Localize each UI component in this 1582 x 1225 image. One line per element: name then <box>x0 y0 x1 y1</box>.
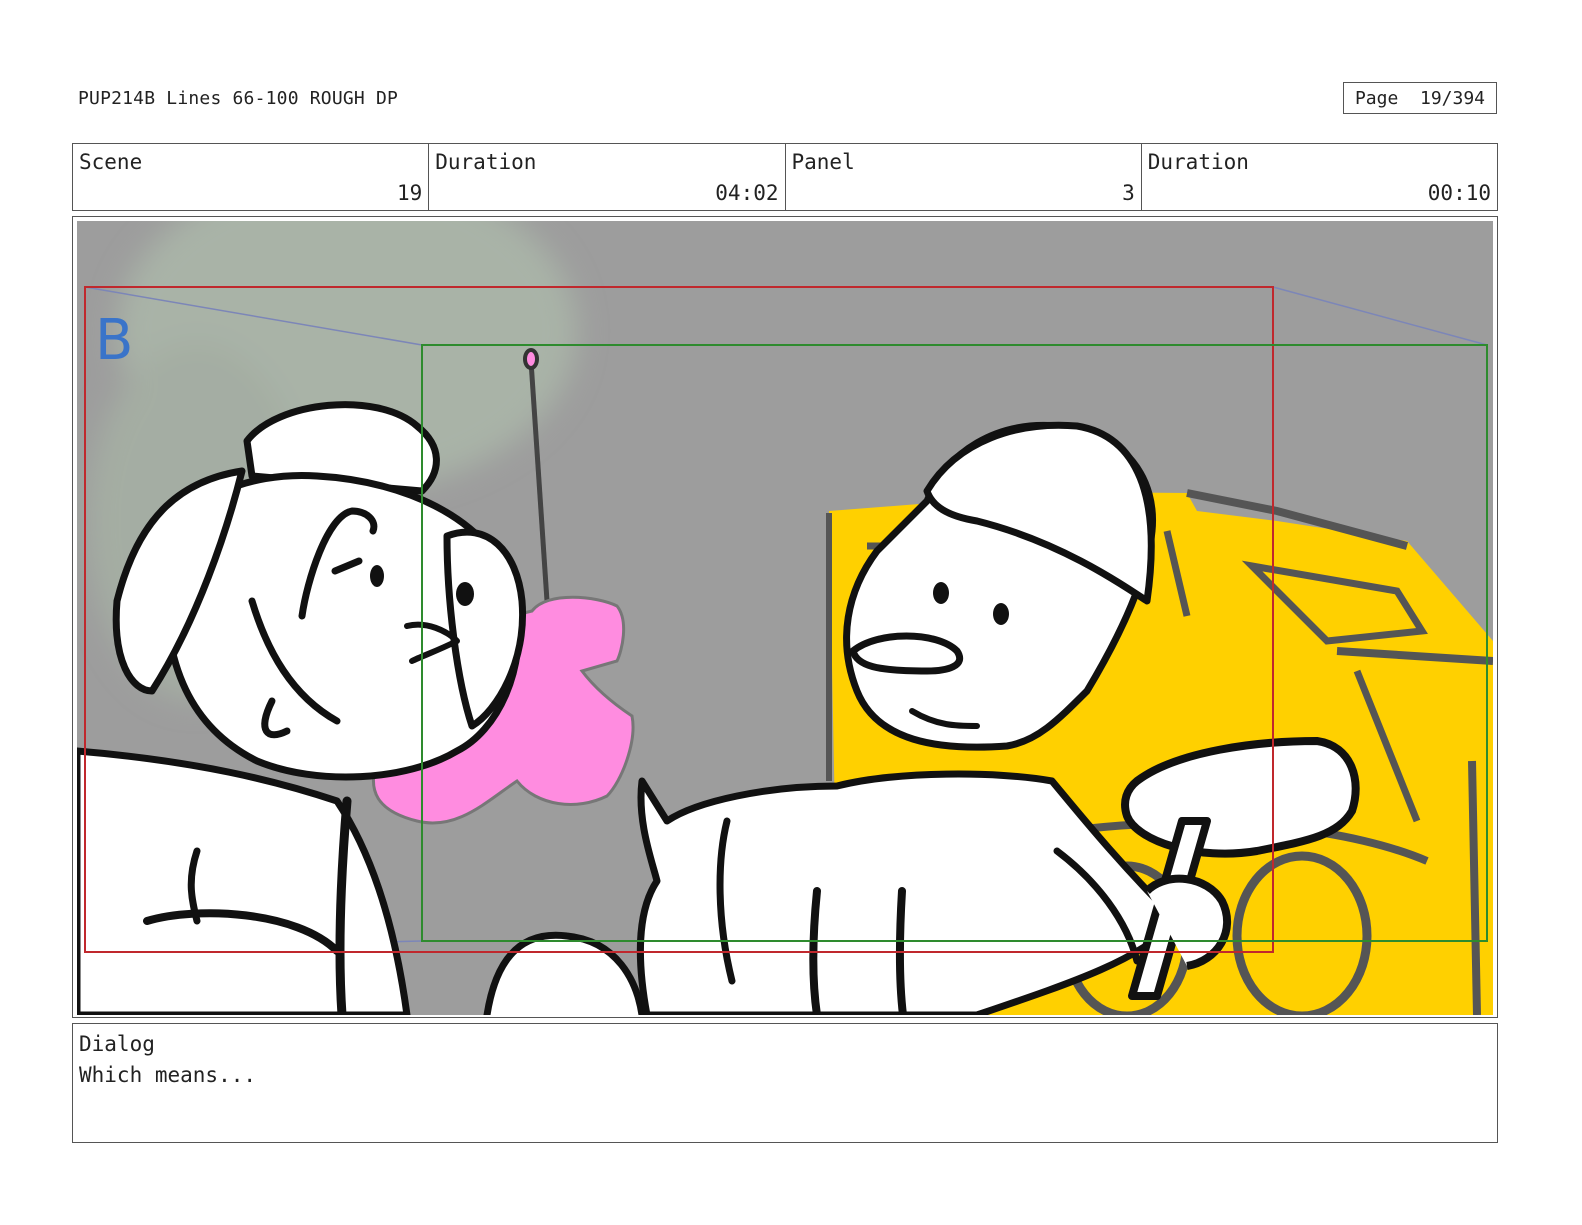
scene-cell: Scene 19 <box>73 144 430 210</box>
storyboard-frame: B <box>72 216 1498 1018</box>
dialog-label: Dialog <box>79 1032 155 1056</box>
panel-label: Panel <box>791 150 855 174</box>
right-dog-eye <box>993 603 1009 625</box>
scene-duration-value: 04:02 <box>715 181 779 205</box>
page-number: 19/394 <box>1420 87 1486 109</box>
scene-number: 19 <box>396 181 423 205</box>
scene-duration-label: Duration <box>435 150 537 174</box>
scene-label: Scene <box>79 150 143 174</box>
panel-duration-value: 00:10 <box>1427 181 1491 205</box>
panel-number: 3 <box>1122 181 1135 205</box>
page-indicator: Page 19/394 <box>1343 82 1497 114</box>
right-dog-eye <box>933 582 949 604</box>
scene-duration-cell: Duration 04:02 <box>429 144 786 210</box>
page-label: Page <box>1354 87 1399 109</box>
panel-duration-cell: Duration 00:10 <box>1142 144 1497 210</box>
document-title: PUP214B Lines 66-100 ROUGH DP <box>78 88 399 109</box>
camera-marker: B <box>95 308 133 373</box>
scene-info-row: Scene 19 Duration 04:02 Panel 3 Duration… <box>72 143 1498 211</box>
left-dog-eye <box>370 565 384 587</box>
dialog-box: Dialog Which means... <box>72 1023 1498 1143</box>
panel-duration-label: Duration <box>1147 150 1249 174</box>
left-dog-eye <box>456 582 474 606</box>
panel-cell: Panel 3 <box>786 144 1142 210</box>
dialog-text: Which means... <box>79 1063 257 1087</box>
storyboard-drawing: B <box>77 221 1493 1015</box>
